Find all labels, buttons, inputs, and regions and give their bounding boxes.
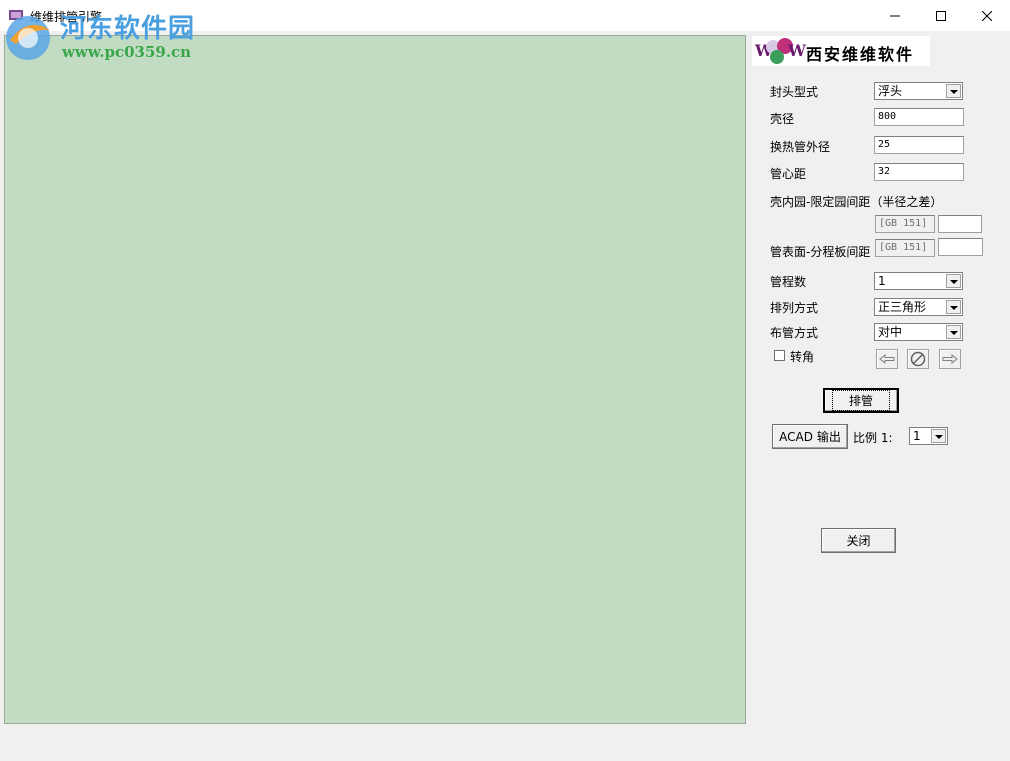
pitch-label: 管心距 — [770, 167, 807, 181]
head-type-select[interactable]: 浮头 — [874, 82, 963, 100]
passes-value: 1 — [878, 274, 886, 288]
pitch-input[interactable]: 32 — [874, 163, 964, 181]
watermark-logo-icon — [6, 16, 50, 60]
arrangement-select[interactable]: 正三角形 — [874, 298, 963, 316]
arrow-left-icon — [879, 354, 895, 364]
tube-plate-input[interactable] — [938, 238, 983, 256]
layout-value: 对中 — [878, 325, 903, 339]
maximize-button[interactable] — [918, 0, 964, 31]
layout-select[interactable]: 对中 — [874, 323, 963, 341]
ban-icon — [910, 351, 926, 367]
tube-od-label: 换热管外径 — [770, 140, 831, 154]
shell-diameter-input[interactable]: 800 — [874, 108, 964, 126]
chevron-down-icon — [946, 274, 961, 288]
scale-value: 1 — [913, 429, 921, 443]
brand-banner: W W 西安维维软件 — [752, 36, 930, 66]
chevron-down-icon — [946, 325, 961, 339]
layout-label: 布管方式 — [770, 326, 819, 340]
arrange-button[interactable]: 排管 — [823, 388, 899, 413]
close-window-button[interactable] — [964, 0, 1010, 31]
passes-label: 管程数 — [770, 275, 807, 289]
acad-export-label: ACAD 输出 — [779, 430, 841, 444]
chevron-down-icon — [931, 429, 946, 443]
head-type-label: 封头型式 — [770, 85, 819, 99]
shell-limit-input[interactable] — [938, 215, 982, 233]
arrangement-label: 排列方式 — [770, 301, 819, 315]
close-button[interactable]: 关闭 — [821, 528, 896, 553]
drawing-canvas[interactable] — [4, 35, 746, 724]
arrow-right-button[interactable] — [939, 349, 961, 369]
cancel-button[interactable] — [907, 349, 929, 369]
arrange-button-label: 排管 — [831, 390, 890, 411]
shell-limit-standard: [GB 151] — [875, 215, 935, 233]
tube-od-input[interactable]: 25 — [874, 136, 964, 154]
shell-limit-label: 壳内园-限定园间距（半径之差） — [770, 195, 943, 209]
arrow-left-button[interactable] — [876, 349, 898, 369]
watermark-url: www.pc0359.cn — [62, 43, 192, 61]
close-icon — [982, 10, 992, 21]
maximize-icon — [936, 10, 946, 21]
passes-select[interactable]: 1 — [874, 272, 963, 290]
scale-select[interactable]: 1 — [909, 427, 948, 445]
brand-ball-icon — [770, 50, 784, 64]
tube-plate-label: 管表面-分程板间距 — [770, 245, 871, 259]
brand-letter-w: W — [788, 41, 806, 60]
rotate-checkbox[interactable] — [774, 350, 785, 361]
chevron-down-icon — [946, 84, 961, 98]
close-button-label: 关闭 — [846, 534, 871, 548]
tube-plate-standard: [GB 151] — [875, 239, 935, 257]
arrow-right-icon — [942, 354, 958, 364]
rotate-label: 转角 — [790, 350, 815, 364]
shell-diameter-label: 壳径 — [770, 112, 795, 126]
brand-text: 西安维维软件 — [806, 45, 915, 64]
acad-export-button[interactable]: ACAD 输出 — [772, 424, 848, 449]
minimize-icon — [890, 15, 900, 16]
chevron-down-icon — [946, 300, 961, 314]
head-type-value: 浮头 — [878, 84, 903, 98]
arrangement-value: 正三角形 — [878, 300, 927, 314]
scale-label: 比例 1: — [853, 431, 893, 445]
watermark-site-name: 河东软件园 — [60, 14, 196, 44]
minimize-button[interactable] — [872, 0, 918, 31]
